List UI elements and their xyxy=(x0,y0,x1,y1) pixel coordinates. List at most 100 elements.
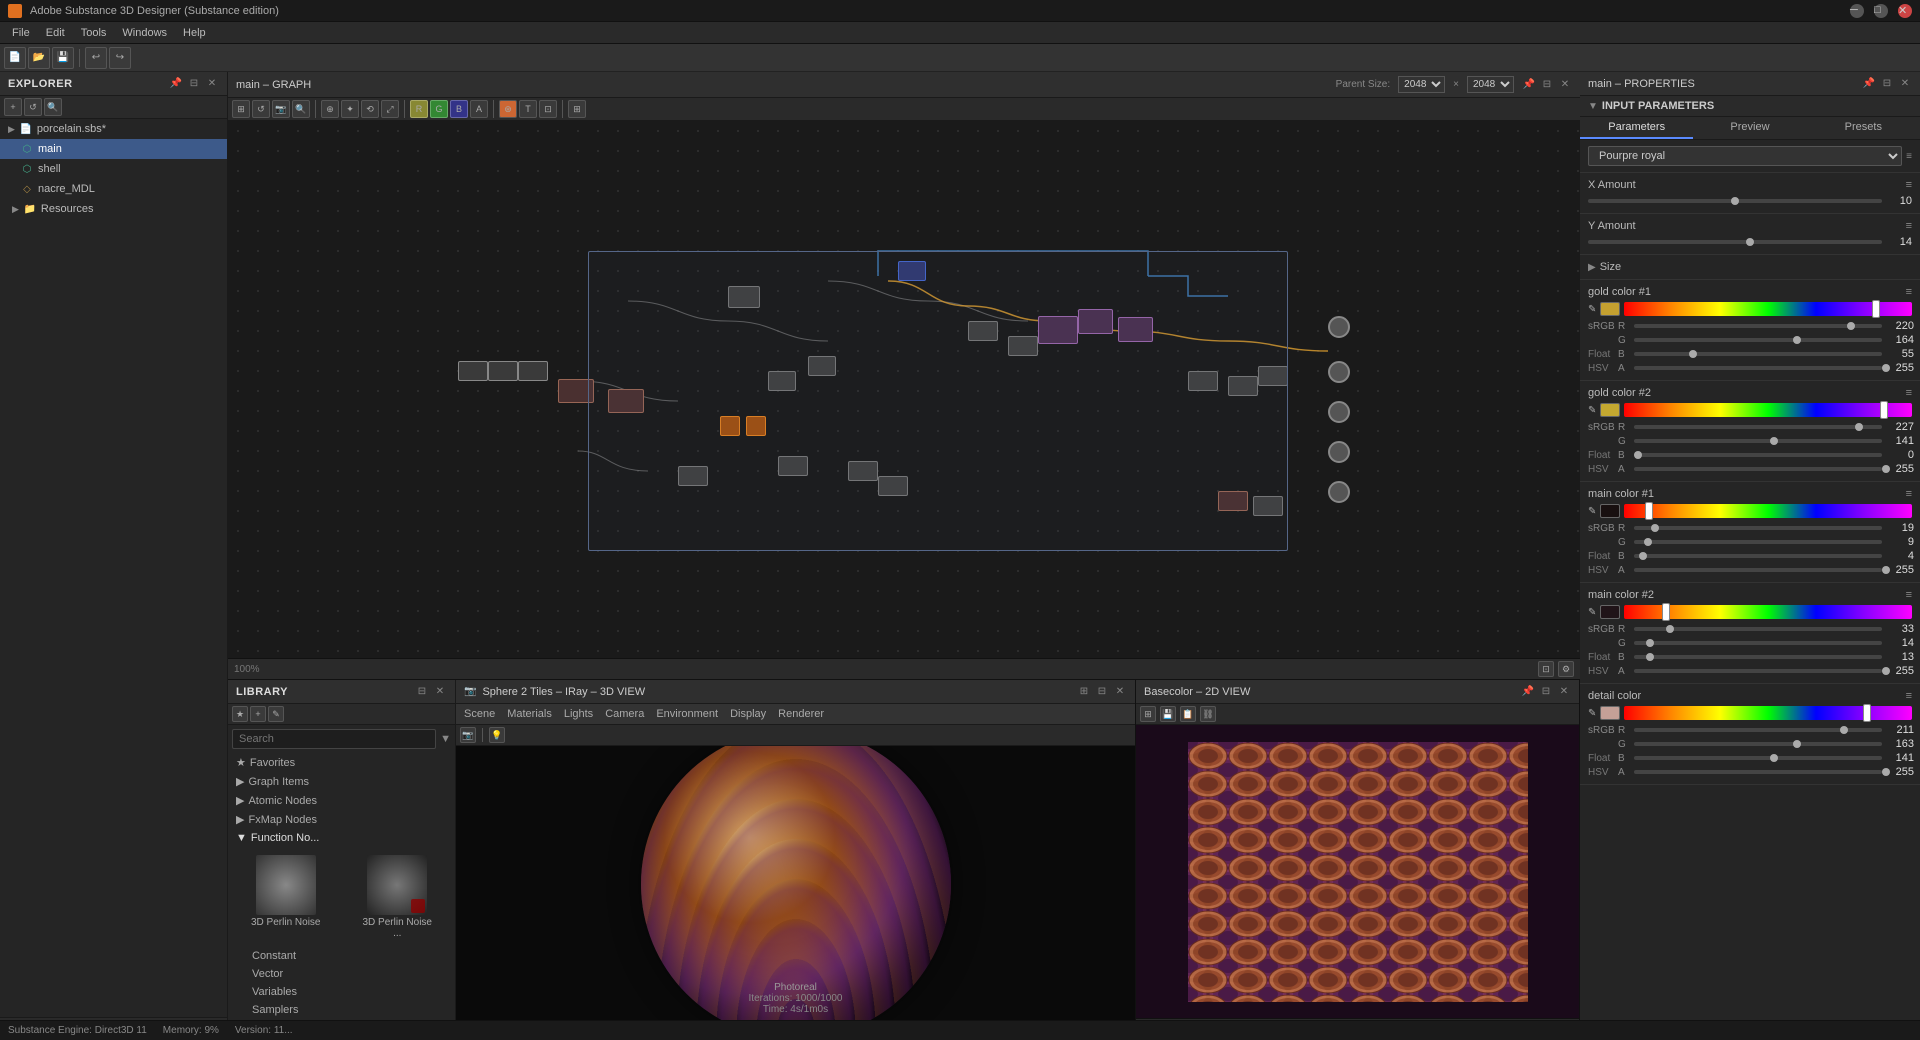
explorer-close-icon[interactable]: ✕ xyxy=(205,77,219,91)
size-toggle[interactable]: ▶ Size xyxy=(1588,261,1912,273)
tab-camera[interactable]: Camera xyxy=(605,706,644,722)
y-amount-track[interactable] xyxy=(1588,240,1882,244)
tab-preview[interactable]: Preview xyxy=(1693,117,1806,139)
graph-output-node5[interactable] xyxy=(1328,481,1350,503)
mc2-g-thumb[interactable] xyxy=(1646,639,1654,647)
graph-tb-btn3[interactable]: 📷 xyxy=(272,100,290,118)
mc1-r-track[interactable] xyxy=(1634,526,1882,530)
search-input[interactable] xyxy=(232,729,436,749)
lib-thumb-perlin1[interactable]: 3D Perlin Noise xyxy=(232,851,340,943)
dc-r-thumb[interactable] xyxy=(1840,726,1848,734)
graph-tb-btn8[interactable]: ⤢ xyxy=(381,100,399,118)
graph-comment-btn[interactable]: T xyxy=(519,100,537,118)
menu-windows[interactable]: Windows xyxy=(114,25,175,41)
gc2-g-track[interactable] xyxy=(1634,439,1882,443)
redo-button[interactable]: ↪ xyxy=(109,47,131,69)
lib-cat-atomic-nodes[interactable]: ▶ Atomic Nodes xyxy=(228,791,455,810)
view2d-expand-icon[interactable]: ⊟ xyxy=(1539,685,1553,699)
dc-a-thumb[interactable] xyxy=(1882,768,1890,776)
x-amount-settings[interactable]: ≡ xyxy=(1906,179,1912,191)
explorer-refresh-button[interactable]: ↺ xyxy=(24,98,42,116)
dc-g-thumb[interactable] xyxy=(1793,740,1801,748)
explorer-expand-icon[interactable]: ⊟ xyxy=(187,77,201,91)
tree-item-resources[interactable]: ▶ 📁 Resources xyxy=(0,199,227,219)
dc-b-track[interactable] xyxy=(1634,756,1882,760)
gold-color-1-picker[interactable] xyxy=(1872,300,1880,318)
preset-dropdown[interactable]: Pourpre royal xyxy=(1588,146,1902,166)
graph-channel-rgba[interactable]: R xyxy=(410,100,428,118)
explorer-pin-icon[interactable]: 📌 xyxy=(169,77,183,91)
view2d-copy-btn[interactable]: 📋 xyxy=(1180,706,1196,722)
undo-button[interactable]: ↩ xyxy=(85,47,107,69)
dc-g-track[interactable] xyxy=(1634,742,1882,746)
view2d-canvas[interactable] xyxy=(1136,725,1579,1018)
lib-sub-vector[interactable]: Vector xyxy=(244,965,455,983)
main-color-2-eyedropper[interactable]: ✎ xyxy=(1588,607,1596,618)
mc2-a-thumb[interactable] xyxy=(1882,667,1890,675)
parent-size-select2[interactable]: 20481024512 xyxy=(1467,76,1514,93)
graph-output-node4[interactable] xyxy=(1328,441,1350,463)
library-expand-icon[interactable]: ⊟ xyxy=(415,685,429,699)
gc1-r-thumb[interactable] xyxy=(1847,322,1855,330)
graph-tb-btn4[interactable]: 🔍 xyxy=(292,100,310,118)
graph-node-1[interactable] xyxy=(458,361,488,381)
lib-cat-fxmap[interactable]: ▶ FxMap Nodes xyxy=(228,810,455,829)
graph-output-node1[interactable] xyxy=(1328,316,1350,338)
tab-environment[interactable]: Environment xyxy=(656,706,718,722)
graph-frame-btn[interactable]: ⊡ xyxy=(539,100,557,118)
gc2-r-thumb[interactable] xyxy=(1855,423,1863,431)
gold-color-1-eyedropper[interactable]: ✎ xyxy=(1588,304,1596,315)
mc2-b-track[interactable] xyxy=(1634,655,1882,659)
mc1-a-track[interactable] xyxy=(1634,568,1882,572)
gc2-a-thumb[interactable] xyxy=(1882,465,1890,473)
tab-lights[interactable]: Lights xyxy=(564,706,593,722)
maximize-button[interactable]: □ xyxy=(1874,4,1888,18)
graph-output-node2[interactable] xyxy=(1328,361,1350,383)
detail-color-gradient[interactable] xyxy=(1624,706,1912,720)
menu-file[interactable]: File xyxy=(4,25,38,41)
parent-size-select[interactable]: 20481024512 xyxy=(1398,76,1445,93)
view3d-close-icon[interactable]: ✕ xyxy=(1113,685,1127,699)
prop-pin-icon[interactable]: 📌 xyxy=(1862,77,1876,91)
main-color-1-eyedropper[interactable]: ✎ xyxy=(1588,506,1596,517)
gc1-a-track[interactable] xyxy=(1634,366,1882,370)
x-amount-thumb[interactable] xyxy=(1731,197,1739,205)
mc2-g-track[interactable] xyxy=(1634,641,1882,645)
gold-color-2-eyedropper[interactable]: ✎ xyxy=(1588,405,1596,416)
y-amount-thumb[interactable] xyxy=(1746,238,1754,246)
gold-color-2-picker[interactable] xyxy=(1880,401,1888,419)
view2d-close-icon[interactable]: ✕ xyxy=(1557,685,1571,699)
gc2-r-track[interactable] xyxy=(1634,425,1882,429)
mc2-r-thumb[interactable] xyxy=(1666,625,1674,633)
dc-a-track[interactable] xyxy=(1634,770,1882,774)
graph-output-btn[interactable]: ⊛ xyxy=(499,100,517,118)
graph-settings-btn[interactable]: ⚙ xyxy=(1558,661,1574,677)
search-filter-icon[interactable]: ▼ xyxy=(440,733,451,745)
dc-r-track[interactable] xyxy=(1634,728,1882,732)
main-color-2-picker[interactable] xyxy=(1662,603,1670,621)
tab-renderer[interactable]: Renderer xyxy=(778,706,824,722)
graph-pin-icon[interactable]: 📌 xyxy=(1522,78,1536,92)
gc1-a-thumb[interactable] xyxy=(1882,364,1890,372)
lib-fav-btn[interactable]: ★ xyxy=(232,706,248,722)
mc1-a-thumb[interactable] xyxy=(1882,566,1890,574)
menu-tools[interactable]: Tools xyxy=(73,25,115,41)
view2d-chain-btn[interactable]: ⛓ xyxy=(1200,706,1216,722)
tab-parameters[interactable]: Parameters xyxy=(1580,117,1693,139)
prop-close-icon[interactable]: ✕ xyxy=(1898,77,1912,91)
graph-tb-btn2[interactable]: ↺ xyxy=(252,100,270,118)
graph-output-node3[interactable] xyxy=(1328,401,1350,423)
lib-cat-function[interactable]: ▼ Function No... xyxy=(228,829,455,847)
graph-canvas[interactable] xyxy=(228,121,1580,658)
x-amount-track[interactable] xyxy=(1588,199,1882,203)
gold-color-2-swatch[interactable] xyxy=(1600,403,1620,417)
gc1-b-thumb[interactable] xyxy=(1689,350,1697,358)
main-color-2-gradient[interactable] xyxy=(1624,605,1912,619)
gc1-g-track[interactable] xyxy=(1634,338,1882,342)
detail-color-swatch[interactable] xyxy=(1600,706,1620,720)
open-button[interactable]: 📂 xyxy=(28,47,50,69)
save-button[interactable]: 💾 xyxy=(52,47,74,69)
gold-color-1-gradient[interactable] xyxy=(1624,302,1912,316)
tab-presets[interactable]: Presets xyxy=(1807,117,1920,139)
graph-toggle-btn[interactable]: ⊞ xyxy=(568,100,586,118)
